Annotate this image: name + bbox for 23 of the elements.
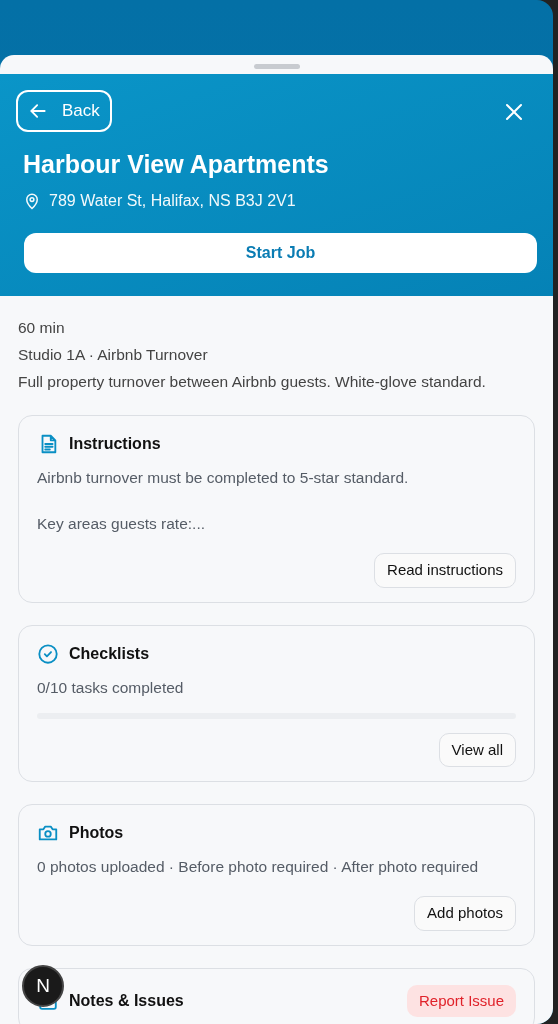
back-button[interactable]: Back (16, 90, 112, 132)
section-action-button[interactable]: View all (438, 732, 516, 767)
job-title: Harbour View Apartments (23, 148, 330, 180)
section-text: 0 photos uploaded · Before photo required · After photo required (37, 857, 480, 877)
section-text: 0/10 tasks completed (37, 677, 185, 698)
section-text: Key areas guests rate:... (37, 514, 206, 534)
address-text: 789 Water St, Halifax, NS B3J 2V1 (49, 191, 296, 211)
section-action-button[interactable]: Read instructions (374, 553, 516, 588)
section-text: Airbnb turnover must be completed to 5-star standard. (37, 468, 410, 488)
summary-text: 60 min (18, 318, 66, 338)
section-title: Photos (69, 823, 125, 843)
summary-text: Studio 1A · Airbnb Turnover (18, 345, 209, 365)
close-icon (505, 102, 523, 121)
section-action-button[interactable]: Add photos (414, 896, 516, 931)
section-title: Checklists (69, 643, 151, 664)
report-issue-button[interactable]: Report Issue (406, 984, 516, 1017)
check-circle-icon (37, 642, 59, 665)
summary-text: Full property turnover between Airbnb guests. White-glove standard. (18, 372, 487, 392)
location-pin-icon (23, 192, 41, 210)
section-title: Notes & Issues (69, 990, 185, 1011)
section-title: Instructions (69, 434, 162, 454)
start-job-button[interactable]: Start Job (24, 233, 537, 273)
drag-handle[interactable] (253, 64, 300, 69)
